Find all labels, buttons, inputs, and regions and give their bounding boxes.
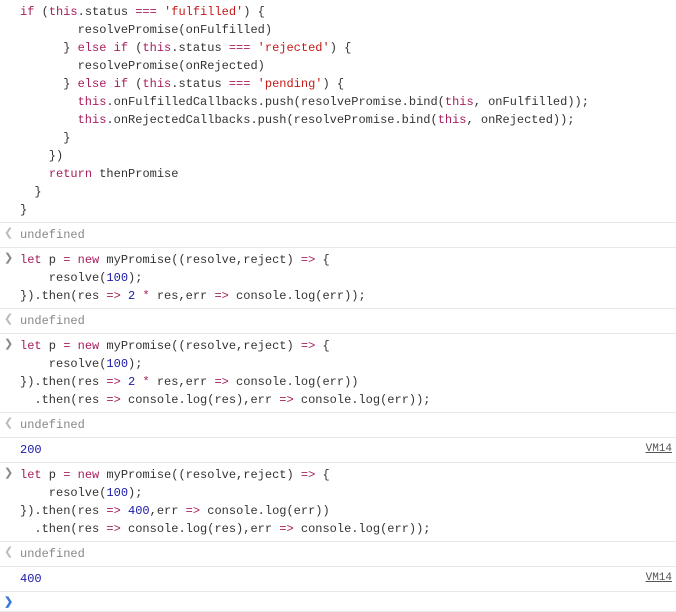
code-tail: if (this.status === 'fulfilled') { resol… bbox=[0, 0, 676, 223]
result-undefined-4: undefined bbox=[0, 542, 676, 567]
input-3[interactable]: let p = new myPromise((resolve,reject) =… bbox=[0, 463, 676, 542]
input-code: let p = new myPromise((resolve,reject) =… bbox=[20, 466, 676, 538]
log-200: 200 VM14 bbox=[0, 438, 676, 463]
log-400: 400 VM14 bbox=[0, 567, 676, 592]
result-undefined-2: undefined bbox=[0, 309, 676, 334]
input-1[interactable]: let p = new myPromise((resolve,reject) =… bbox=[0, 248, 676, 309]
input-2[interactable]: let p = new myPromise((resolve,reject) =… bbox=[0, 334, 676, 413]
input-code: let p = new myPromise((resolve,reject) =… bbox=[20, 337, 676, 409]
console-prompt[interactable] bbox=[0, 592, 676, 612]
source-link[interactable]: VM14 bbox=[646, 441, 672, 458]
source-link[interactable]: VM14 bbox=[646, 570, 672, 587]
input-code: let p = new myPromise((resolve,reject) =… bbox=[20, 251, 676, 305]
result-undefined-3: undefined bbox=[0, 413, 676, 438]
result-undefined-1: undefined bbox=[0, 223, 676, 248]
code-content: if (this.status === 'fulfilled') { resol… bbox=[20, 3, 676, 219]
